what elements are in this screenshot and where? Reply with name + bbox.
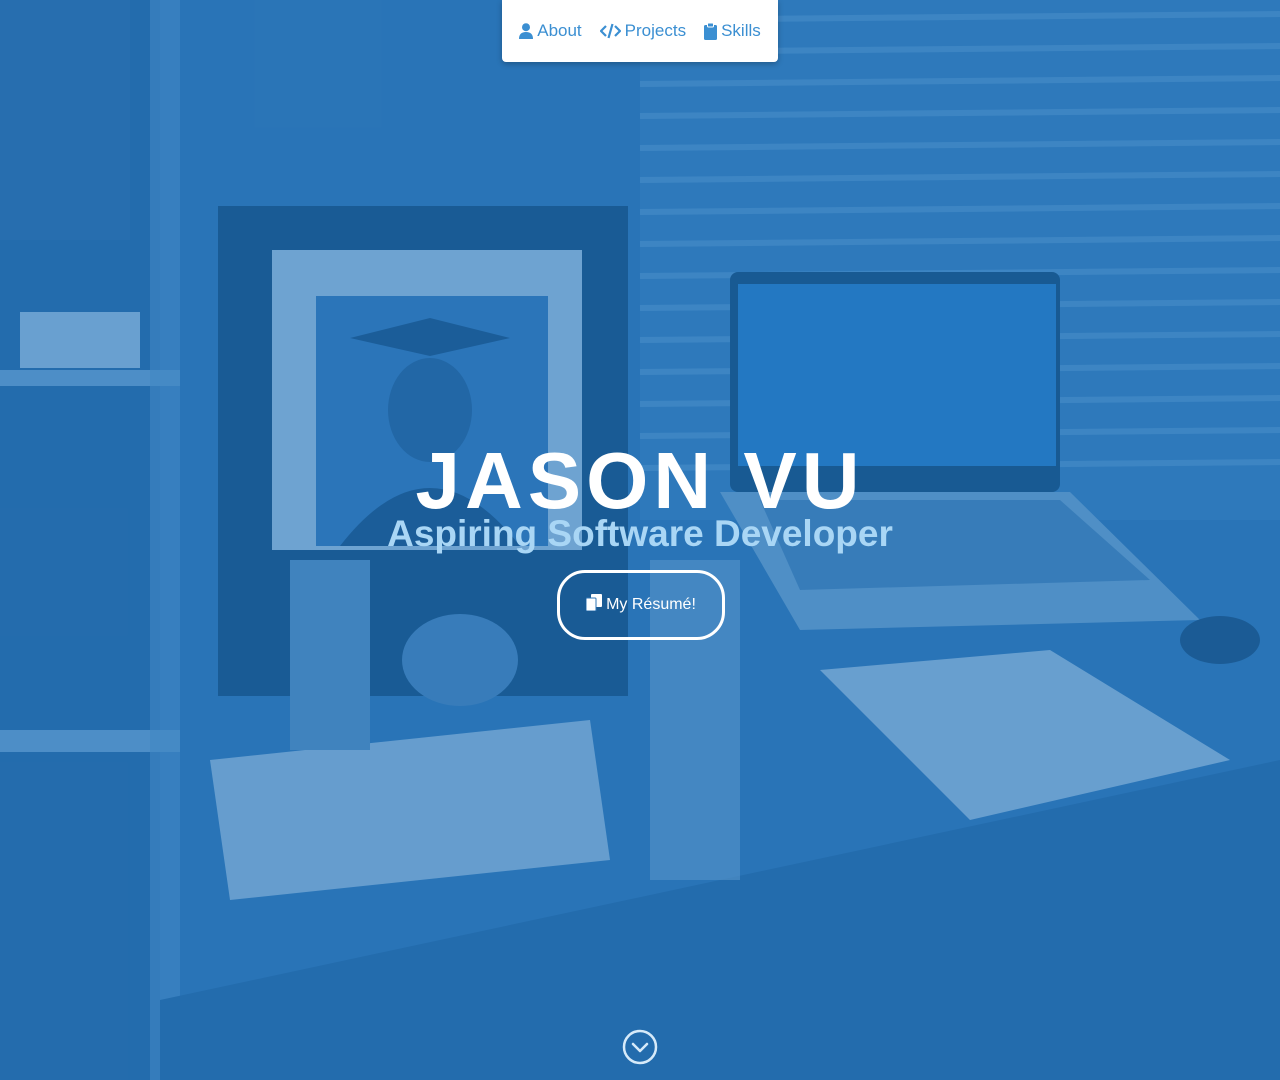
top-navigation: About Projects Skills <box>502 0 778 62</box>
clipboard-icon <box>704 22 718 40</box>
nav-label-about: About <box>537 21 582 40</box>
scroll-down-button[interactable] <box>622 1029 658 1065</box>
resume-button[interactable]: My Résumé! <box>557 570 725 640</box>
chevron-circle-down-icon <box>622 1029 658 1069</box>
resume-button-label: My Résumé! <box>606 596 696 613</box>
nav-link-skills[interactable]: Skills <box>704 21 761 41</box>
nav-link-about[interactable]: About <box>519 21 582 41</box>
hero-section: About Projects Skills JASON VU Aspiring … <box>0 0 1280 1080</box>
user-icon <box>519 23 534 39</box>
nav-link-projects[interactable]: Projects <box>599 21 687 41</box>
copy-icon <box>585 594 603 616</box>
nav-label-projects: Projects <box>624 21 687 40</box>
nav-label-skills: Skills <box>721 21 761 40</box>
hero-subtitle: Aspiring Software Developer <box>387 513 893 554</box>
code-icon <box>599 23 621 39</box>
